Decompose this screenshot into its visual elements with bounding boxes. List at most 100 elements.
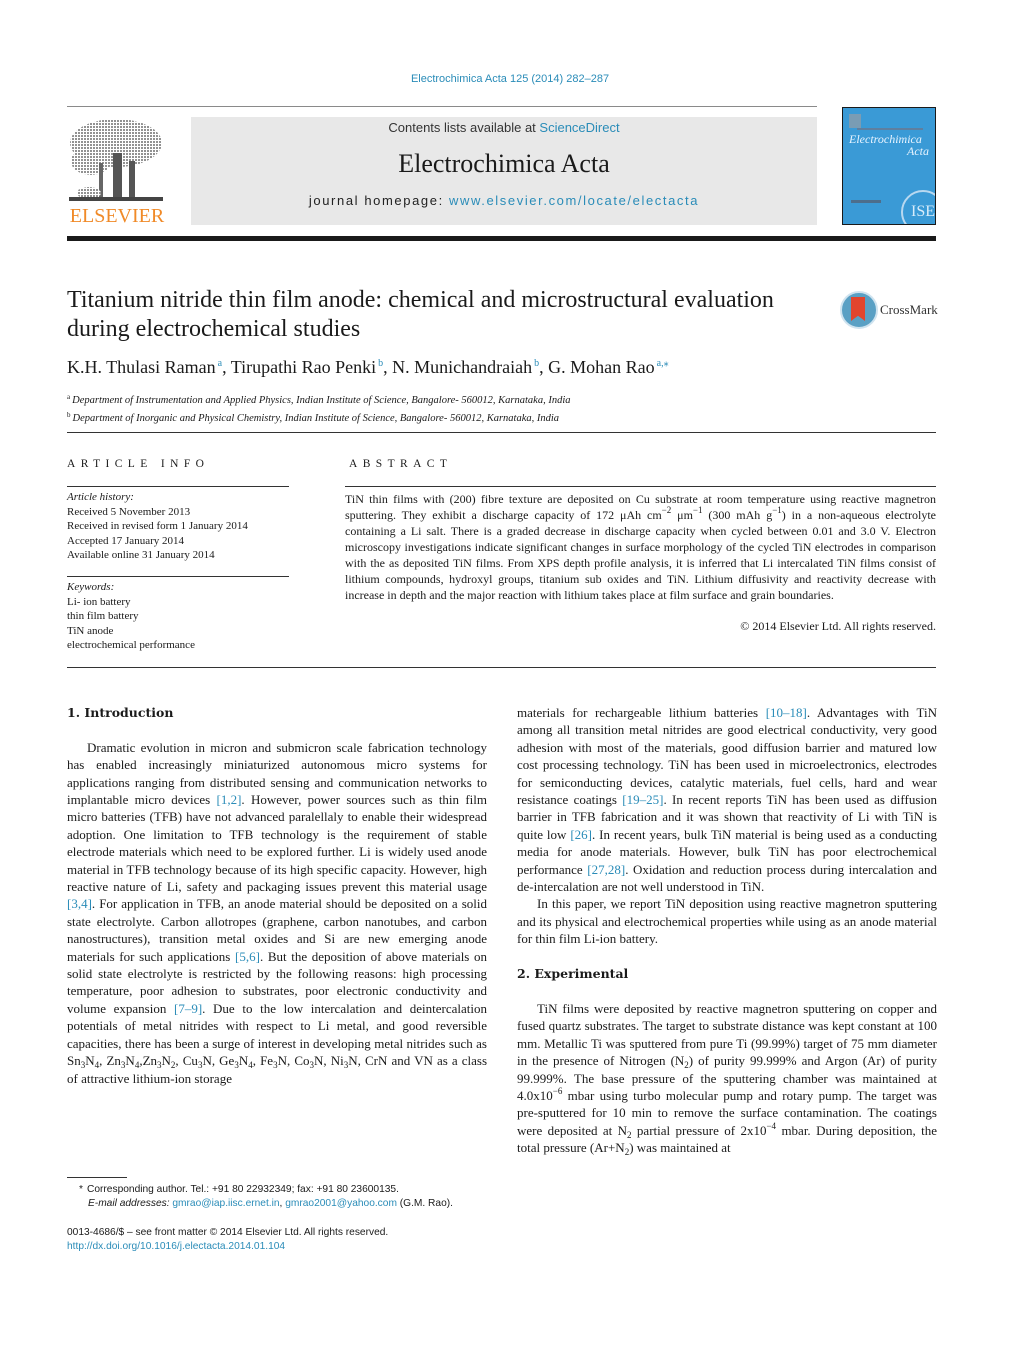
- reference-link[interactable]: [3,4]: [67, 896, 92, 911]
- cover-title-line2: Acta: [907, 144, 929, 158]
- contents-line: Contents lists available at ScienceDirec…: [191, 120, 817, 135]
- divider: [67, 576, 289, 577]
- masthead-bar: [67, 236, 936, 241]
- superscript: −2: [661, 505, 672, 515]
- email-link[interactable]: gmrao2001@yahoo.com: [285, 1198, 397, 1209]
- issn-block: 0013-4686/$ – see front matter © 2014 El…: [67, 1226, 388, 1254]
- elsevier-wordmark: ELSEVIER: [69, 205, 165, 227]
- homepage-prefix: journal homepage:: [308, 193, 450, 208]
- affiliation-marker[interactable]: a: [218, 358, 222, 369]
- journal-homepage: journal homepage: www.elsevier.com/locat…: [191, 193, 817, 208]
- article-info-heading: ARTICLE INFO: [67, 458, 210, 470]
- reference-link[interactable]: [7–9]: [174, 1001, 202, 1016]
- article-title: Titanium nitride thin film anode: chemic…: [67, 287, 774, 342]
- author-name[interactable]: N. Munichandraiah: [392, 357, 532, 377]
- crossmark-button[interactable]: CrossMark: [840, 291, 940, 329]
- abstract-part: μm: [671, 508, 693, 522]
- affiliation-text: Department of Instrumentation and Applie…: [72, 395, 571, 406]
- section-heading-experimental: 2. Experimental: [517, 966, 629, 982]
- elsevier-logo[interactable]: ELSEVIER: [67, 117, 167, 229]
- contents-prefix: Contents lists available at: [388, 120, 540, 135]
- affiliation-key: a: [67, 393, 71, 401]
- superscript: −4: [766, 1120, 777, 1131]
- cover-title: Electrochimica Acta: [849, 133, 929, 157]
- affiliation-item: a Department of Instrumentation and Appli…: [67, 390, 571, 408]
- abstract-part: ) in a non-aqueous electrolyte containin…: [345, 508, 936, 602]
- copyright-notice: © 2014 Elsevier Ltd. All rights reserved…: [740, 619, 936, 633]
- author-list: K.H. Thulasi Raman a, Tirupathi Rao Penki…: [67, 357, 669, 377]
- text-run: partial pressure of 2x10: [631, 1122, 767, 1138]
- divider: [67, 667, 936, 668]
- journal-cover-image[interactable]: Electrochimica Acta ISE: [842, 107, 936, 225]
- elsevier-tree-icon: [69, 119, 163, 201]
- divider: [67, 432, 936, 433]
- text-run: . However, power sources such as thin fi…: [67, 792, 487, 895]
- paragraph-continued: materials for rechargeable lithium batte…: [517, 704, 937, 895]
- reference-link[interactable]: [1,2]: [217, 792, 242, 807]
- divider: [345, 486, 936, 487]
- abstract-part: (300 mAh g: [702, 508, 773, 522]
- keyword-item: thin film battery: [67, 610, 139, 622]
- journal-masthead: ELSEVIER Contents lists available at Sci…: [67, 107, 936, 227]
- body-column-left: 1. Introduction Dramatic evolution in mi…: [67, 704, 487, 1087]
- divider: [67, 486, 289, 487]
- reference-link[interactable]: [19–25]: [622, 792, 663, 807]
- cover-tagline: [857, 128, 923, 130]
- keyword-item: electrochemical performance: [67, 639, 195, 651]
- affiliation-text: Department of Inorganic and Physical Che…: [72, 413, 560, 424]
- superscript: −1: [772, 505, 782, 515]
- superscript: −6: [552, 1085, 563, 1096]
- paragraph: Dramatic evolution in micron and submicr…: [67, 739, 488, 1086]
- ise-seal-icon: ISE: [901, 190, 935, 224]
- keywords-label: Keywords:: [67, 581, 115, 593]
- body-column-right: materials for rechargeable lithium batte…: [517, 704, 937, 1157]
- footnote-marker: *: [79, 1184, 83, 1195]
- keyword-item: TiN anode: [67, 624, 114, 637]
- journal-info-box: Contents lists available at ScienceDirec…: [191, 117, 817, 225]
- affiliations: a Department of Instrumentation and Appli…: [67, 390, 571, 426]
- keyword-item: Li- ion battery: [67, 595, 131, 608]
- abstract-heading: ABSTRACT: [349, 458, 453, 470]
- affiliation-marker[interactable]: a,⁎: [657, 358, 669, 369]
- text-run: ) was maintained at: [629, 1140, 731, 1156]
- abstract-text: TiN thin films with (200) fibre texture …: [345, 491, 936, 603]
- affiliation-item: b Department of Inorganic and Physical Ch…: [67, 408, 571, 426]
- email-owner: (G.M. Rao).: [396, 1198, 453, 1209]
- email-label: E-mail addresses:: [88, 1198, 173, 1209]
- affiliation-marker[interactable]: b: [534, 358, 539, 369]
- author-name[interactable]: Tirupathi Rao Penki: [231, 357, 376, 377]
- reference-link[interactable]: [26]: [570, 827, 592, 842]
- reference-link[interactable]: [10–18]: [766, 705, 807, 720]
- paragraph: In this paper, we report TiN deposition …: [517, 896, 937, 947]
- crossmark-label: CrossMark: [880, 302, 938, 317]
- section-heading-introduction: 1. Introduction: [67, 705, 174, 720]
- doi-link[interactable]: http://dx.doi.org/10.1016/j.electacta.20…: [67, 1241, 285, 1252]
- journal-title: Electrochimica Acta: [398, 149, 610, 178]
- journal-citation-link[interactable]: Electrochimica Acta 125 (2014) 282–287: [0, 73, 1020, 85]
- superscript: −1: [692, 505, 703, 515]
- history-item: Accepted 17 January 2014: [67, 534, 184, 547]
- footnote-divider: [67, 1177, 127, 1178]
- history-label: Article history:: [67, 491, 134, 503]
- text-run: materials for rechargeable lithium batte…: [517, 705, 766, 720]
- reference-link[interactable]: [5,6]: [235, 949, 260, 964]
- email-link[interactable]: gmrao@iap.iisc.ernet.in: [172, 1198, 279, 1209]
- corresponding-author-footnote: * Corresponding author. Tel.: +91 80 2293…: [67, 1183, 497, 1211]
- cover-mark: [851, 200, 881, 203]
- sciencedirect-link[interactable]: ScienceDirect: [539, 120, 619, 135]
- cover-publisher-icon: [849, 114, 861, 128]
- paragraph: TiN films were deposited by reactive mag…: [517, 1000, 937, 1158]
- history-item: Received in revised form 1 January 2014: [67, 520, 248, 532]
- history-item: Received 5 November 2013: [67, 505, 191, 518]
- affiliation-key: b: [67, 411, 71, 419]
- affiliation-marker[interactable]: b: [378, 358, 383, 369]
- homepage-link[interactable]: www.elsevier.com/locate/electacta: [449, 193, 699, 208]
- keywords: Keywords: Li- ion battery thin film batt…: [67, 580, 195, 653]
- corresponding-text: Corresponding author. Tel.: +91 80 22932…: [87, 1184, 399, 1195]
- reference-link[interactable]: [27,28]: [587, 862, 625, 877]
- article-history: Article history: Received 5 November 201…: [67, 490, 248, 563]
- author-name[interactable]: G. Mohan Rao: [548, 357, 655, 377]
- issn-line: 0013-4686/$ – see front matter © 2014 El…: [67, 1227, 389, 1238]
- author-name[interactable]: K.H. Thulasi Raman: [67, 357, 216, 377]
- history-item: Available online 31 January 2014: [67, 549, 215, 561]
